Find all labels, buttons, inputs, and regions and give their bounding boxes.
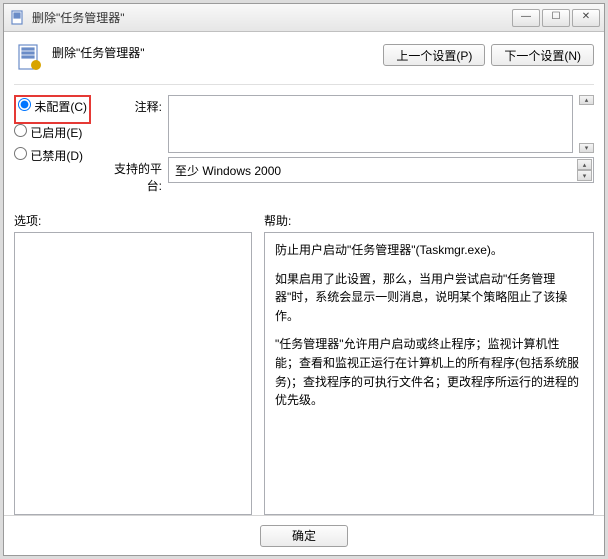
window-title: 删除"任务管理器" [32,9,512,26]
comment-textarea[interactable] [168,95,573,153]
platform-label: 支持的平台: [106,157,162,194]
radio-not-configured[interactable]: 未配置(C) [18,98,87,115]
radio-disabled[interactable]: 已禁用(D) [14,147,96,164]
dialog-window: 删除"任务管理器" — ☐ ✕ 删除"任务管理器" 上一个设置(P) 下一个设置… [3,3,605,556]
comment-label: 注释: [106,95,162,115]
help-text-2: 如果启用了此设置，那么，当用户尝试启动"任务管理器"时，系统会显示一则消息，说明… [275,270,583,326]
minimize-button[interactable]: — [512,9,540,27]
radio-enabled[interactable]: 已启用(E) [14,124,96,141]
comment-spin-down[interactable]: ▾ [579,143,594,153]
radio-not-configured-label: 未配置(C) [34,100,87,114]
close-button[interactable]: ✕ [572,9,600,27]
next-setting-button[interactable]: 下一个设置(N) [491,44,594,66]
radio-not-configured-input[interactable] [18,98,31,111]
help-label: 帮助: [264,212,594,229]
radio-enabled-input[interactable] [14,124,27,137]
radio-disabled-label: 已禁用(D) [30,149,83,163]
radio-disabled-input[interactable] [14,147,27,160]
ok-button[interactable]: 确定 [260,525,348,547]
maximize-button[interactable]: ☐ [542,9,570,27]
footer: 确定 [4,515,604,555]
radio-enabled-label: 已启用(E) [30,126,82,140]
platform-value: 至少 Windows 2000 [175,162,281,179]
page-title: 删除"任务管理器" [52,42,377,61]
platform-spin-down[interactable]: ▾ [577,170,592,181]
titlebar: 删除"任务管理器" — ☐ ✕ [4,4,604,32]
comment-spin-up[interactable]: ▴ [579,95,594,105]
platform-box: 至少 Windows 2000 ▴ ▾ [168,157,594,183]
highlight-marker: 未配置(C) [14,95,91,124]
help-text-3: "任务管理器"允许用户启动或终止程序；监视计算机性能；查看和监视正运行在计算机上… [275,335,583,409]
policy-large-icon [14,42,46,74]
options-label: 选项: [14,212,252,229]
policy-icon [10,10,26,26]
header: 删除"任务管理器" 上一个设置(P) 下一个设置(N) [14,38,594,85]
previous-setting-button[interactable]: 上一个设置(P) [383,44,485,66]
help-text-1: 防止用户启动"任务管理器"(Taskmgr.exe)。 [275,241,583,260]
platform-spin-up[interactable]: ▴ [577,159,592,170]
state-radio-group: 未配置(C) 已启用(E) 已禁用(D) [14,95,96,164]
help-panel: 防止用户启动"任务管理器"(Taskmgr.exe)。 如果启用了此设置，那么，… [264,232,594,515]
options-panel [14,232,252,515]
